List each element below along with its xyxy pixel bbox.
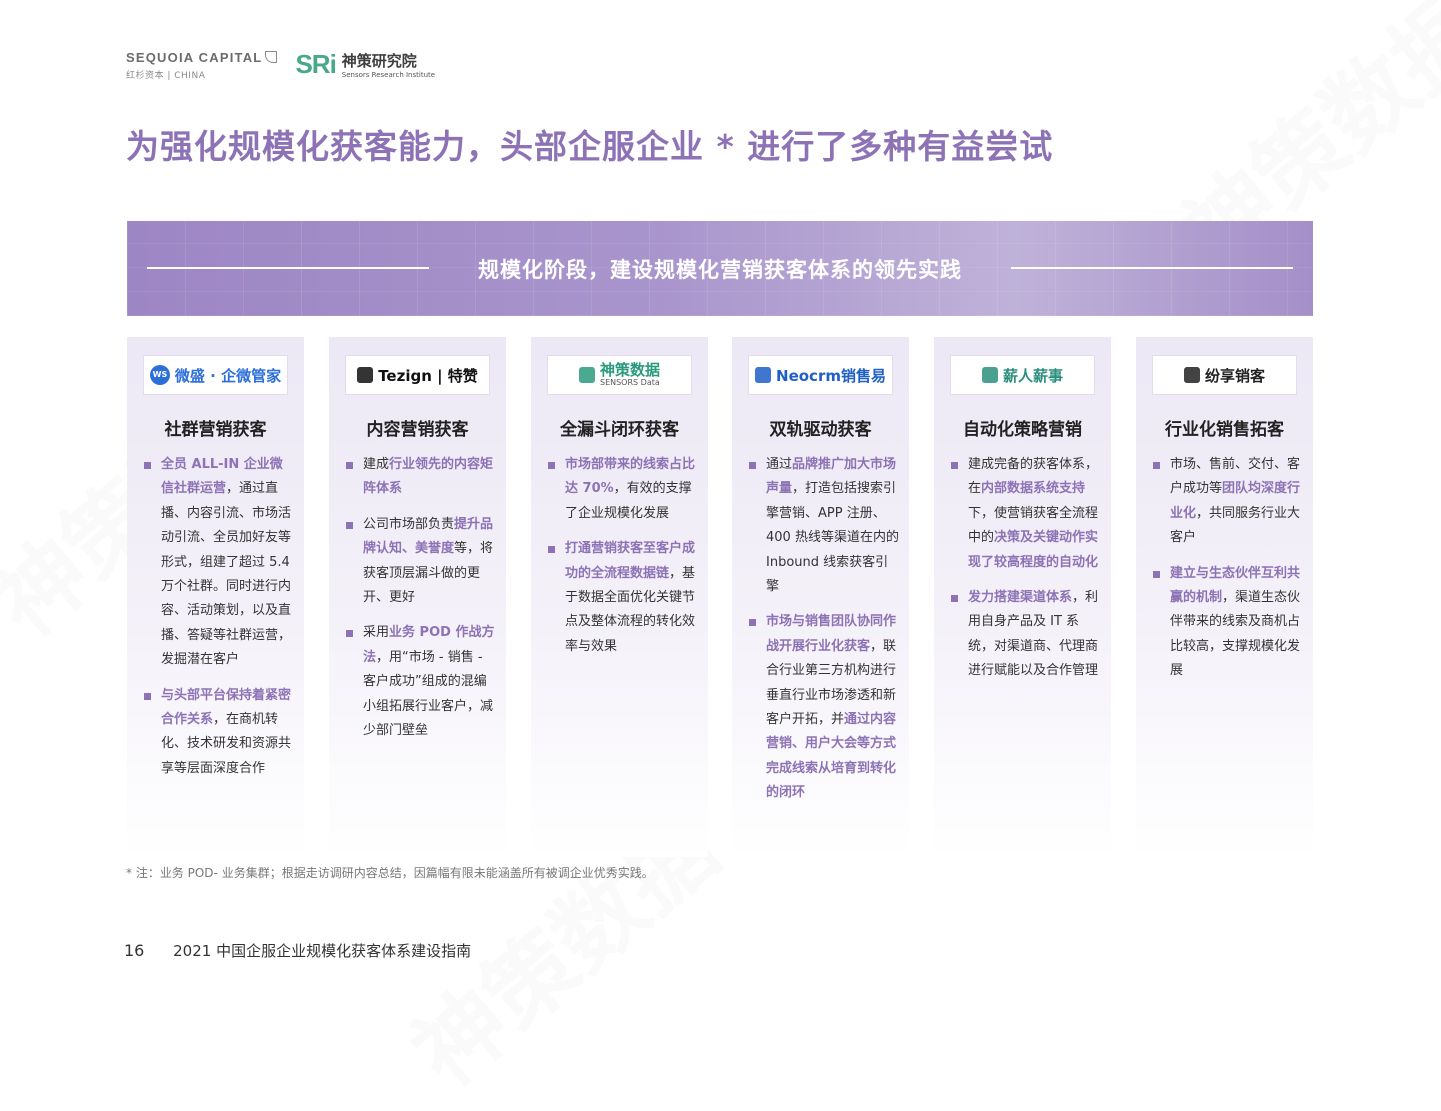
logo-text: 纷享销客 bbox=[1204, 366, 1265, 385]
practice-list: 建成行业领先的内容矩阵体系公司市场部负责提升品牌认知、美誉度等，将获客顶层漏斗做… bbox=[346, 453, 496, 754]
sri-mark: SRi bbox=[295, 48, 336, 79]
practice-item: 发力搭建渠道体系，利用自身产品及 IT 系统，对渠道商、代理商进行赋能以及合作管… bbox=[951, 586, 1101, 684]
practice-item: 市场与销售团队协同作战开展行业化获客，联合行业第三方机构进行垂直行业市场渗透和新… bbox=[749, 610, 899, 805]
practice-item: 市场、售前、交付、客户成功等团队均深度行业化，共同服务行业大客户 bbox=[1153, 453, 1303, 551]
practice-list: 市场部带来的线索占比达 70%，有效的支撑了企业规模化发展打通营销获客至客户成功… bbox=[548, 453, 698, 670]
sequoia-sub: 红杉资本 | CHINA bbox=[126, 71, 206, 81]
company-logo: WS 微盛 · 企微管家 bbox=[143, 355, 288, 395]
practice-item: 建立与生态伙伴互利共赢的机制，渠道生态伙伴带来的线索及商机占比较高，支撑规模化发… bbox=[1153, 562, 1303, 684]
logo-mark-icon bbox=[578, 367, 595, 383]
body-text: ，用“市场 - 销售 - 客户成功”组成的混编小组拓展行业客户，减少部门壁垒 bbox=[363, 649, 494, 739]
card-title: 内容营销获客 bbox=[366, 420, 469, 440]
company-logo: Neocrm销售易 bbox=[748, 355, 893, 395]
card-title: 双轨驱动获客 bbox=[769, 420, 872, 440]
logo-badge-icon: WS bbox=[149, 365, 170, 385]
logo-mark-icon bbox=[755, 367, 772, 383]
banner-title: 规模化阶段，建设规模化营销获客体系的领先实践 bbox=[478, 258, 962, 282]
body-text: 公司市场部负责 bbox=[363, 516, 455, 532]
sequoia-leaf-icon bbox=[265, 51, 278, 63]
highlight-text: 内部数据系统支持 bbox=[981, 481, 1086, 497]
sequoia-name: SEQUOIA CAPITAL bbox=[126, 50, 263, 65]
logo-text: Neocrm销售易 bbox=[776, 366, 886, 385]
practice-item: 建成行业领先的内容矩阵体系 bbox=[346, 453, 496, 502]
card-title: 自动化策略营销 bbox=[963, 420, 1082, 440]
logo-text: 神策数据 bbox=[599, 360, 660, 379]
logo-text: 微盛 · 企微管家 bbox=[174, 366, 282, 385]
practice-card: 薪人薪事自动化策略营销建成完备的获客体系，在内部数据系统支持下，使营销获客全流程… bbox=[934, 337, 1111, 857]
practice-item: 市场部带来的线索占比达 70%，有效的支撑了企业规模化发展 bbox=[548, 453, 698, 526]
highlight-text: 发力搭建渠道体系 bbox=[968, 590, 1073, 606]
sri-logo: SRi 神策研究院 Sensors Research Institute bbox=[295, 49, 435, 80]
logo-mark-icon bbox=[357, 367, 374, 383]
page-footer: 16 2021 中国企服企业规模化获客体系建设指南 bbox=[124, 940, 471, 961]
practice-list: 通过品牌推广加大市场声量，打造包括搜索引擎营销、APP 注册、400 热线等渠道… bbox=[749, 453, 899, 817]
practice-item: 公司市场部负责提升品牌认知、美誉度等，将获客顶层漏斗做的更开、更好 bbox=[346, 513, 496, 611]
page-number: 16 bbox=[124, 941, 145, 960]
body-text: ，通过直播、内容引流、市场活动引流、全员加好友等形式，组建了超过 5.4 万个社… bbox=[161, 481, 292, 668]
practice-list: 市场、售前、交付、客户成功等团队均深度行业化，共同服务行业大客户建立与生态伙伴互… bbox=[1153, 453, 1303, 695]
logo-subtext: SENSORS Data bbox=[599, 377, 660, 387]
practice-item: 采用业务 POD 作战方法，用“市场 - 销售 - 客户成功”组成的混编小组拓展… bbox=[346, 621, 496, 743]
logo-mark-icon bbox=[981, 367, 998, 383]
practice-card: 纷享销客行业化销售拓客市场、售前、交付、客户成功等团队均深度行业化，共同服务行业… bbox=[1136, 337, 1313, 857]
practice-list: 全员 ALL-IN 企业微信社群运营，通过直播、内容引流、市场活动引流、全员加好… bbox=[144, 453, 294, 792]
card-title: 社群营销获客 bbox=[164, 420, 267, 440]
sri-name-cn: 神策研究院 bbox=[341, 51, 417, 70]
page-title: 为强化规模化获客能力，头部企服企业 * 进行了多种有益尝试 bbox=[126, 127, 1054, 166]
section-banner: 规模化阶段，建设规模化营销获客体系的领先实践 bbox=[127, 221, 1313, 316]
card-title: 全漏斗闭环获客 bbox=[560, 420, 679, 440]
logo-text: Tezign | 特赞 bbox=[378, 366, 478, 385]
sri-name-en: Sensors Research Institute bbox=[341, 70, 436, 79]
sequoia-logo: SEQUOIA CAPITAL 红杉资本 | CHINA bbox=[126, 47, 278, 81]
company-logo: 神策数据 SENSORS Data bbox=[547, 355, 692, 395]
practice-item: 打通营销获客至客户成功的全流程数据链，基于数据全面优化关键节点及整体流程的转化效… bbox=[548, 537, 698, 659]
practice-card: 神策数据 SENSORS Data 全漏斗闭环获客市场部带来的线索占比达 70%，有… bbox=[531, 337, 708, 857]
body-text: 通过 bbox=[766, 457, 793, 472]
card-title: 行业化销售拓客 bbox=[1165, 420, 1284, 440]
practice-card: WS 微盛 · 企微管家社群营销获客全员 ALL-IN 企业微信社群运营，通过直播… bbox=[127, 337, 304, 857]
company-logo: 纷享销客 bbox=[1152, 355, 1297, 395]
logo-text: 薪人薪事 bbox=[1002, 366, 1063, 385]
company-logo: Tezign | 特赞 bbox=[345, 355, 490, 395]
footnote: * 注：业务 POD- 业务集群；根据走访调研内容总结，因篇幅有限未能涵盖所有被… bbox=[126, 866, 654, 880]
practice-item: 与头部平台保持着紧密合作关系，在商机转化、技术研发和资源共享等层面深度合作 bbox=[144, 684, 294, 782]
practice-card: Tezign | 特赞内容营销获客建成行业领先的内容矩阵体系公司市场部负责提升品… bbox=[329, 337, 506, 857]
body-text: 采用 bbox=[363, 625, 390, 641]
document-title: 2021 中国企服企业规模化获客体系建设指南 bbox=[173, 942, 472, 960]
practice-list: 建成完备的获客体系，在内部数据系统支持下，使营销获客全流程中的决策及关键动作实现… bbox=[951, 453, 1101, 695]
practice-item: 全员 ALL-IN 企业微信社群运营，通过直播、内容引流、市场活动引流、全员加好… bbox=[144, 453, 294, 673]
body-text: ，打造包括搜索引擎营销、APP 注册、400 热线等渠道在内的 Inbound … bbox=[766, 481, 899, 595]
logo-mark-icon bbox=[1183, 367, 1200, 383]
practice-item: 通过品牌推广加大市场声量，打造包括搜索引擎营销、APP 注册、400 热线等渠道… bbox=[749, 453, 899, 599]
header-logos: SEQUOIA CAPITAL 红杉资本 | CHINA SRi 神策研究院 S… bbox=[126, 44, 435, 84]
company-logo: 薪人薪事 bbox=[950, 355, 1095, 395]
practice-item: 建成完备的获客体系，在内部数据系统支持下，使营销获客全流程中的决策及关键动作实现… bbox=[951, 453, 1101, 575]
body-text: 建成 bbox=[363, 457, 390, 472]
practice-card: Neocrm销售易双轨驱动获客通过品牌推广加大市场声量，打造包括搜索引擎营销、A… bbox=[732, 337, 909, 857]
